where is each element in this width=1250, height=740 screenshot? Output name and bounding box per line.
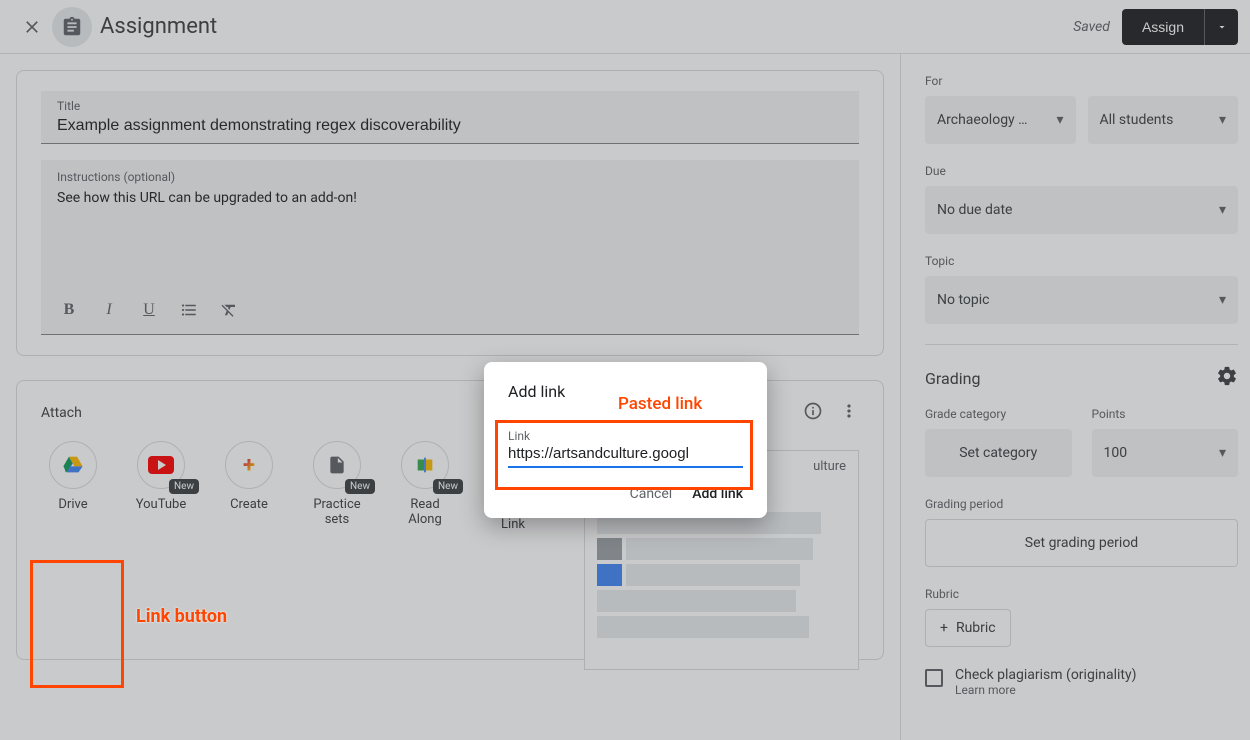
cancel-button[interactable]: Cancel (630, 486, 673, 502)
link-input[interactable] (508, 445, 743, 462)
link-field-label: Link (508, 429, 743, 443)
modal-title: Add link (508, 382, 743, 401)
add-link-button[interactable]: Add link (692, 486, 743, 502)
add-link-modal: Add link Link Cancel Add link (484, 362, 767, 518)
